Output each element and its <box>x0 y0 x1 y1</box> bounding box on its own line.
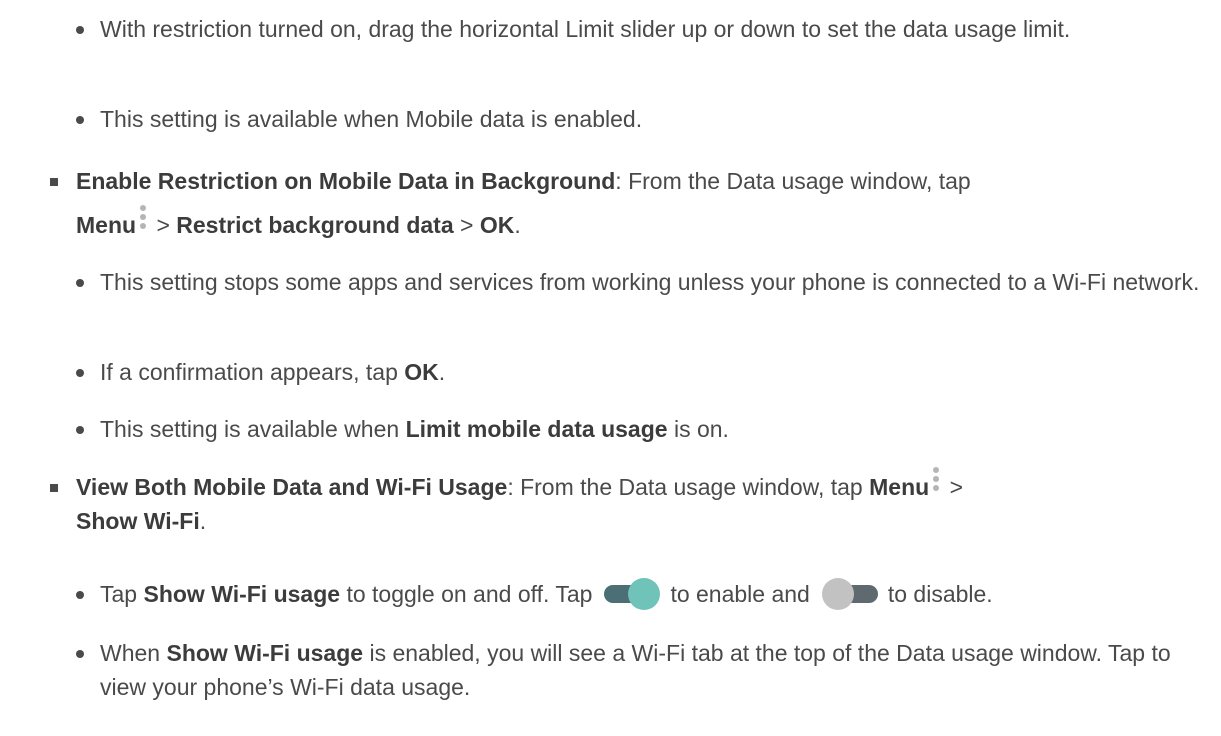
bullet <box>50 178 58 186</box>
list-item-limit-mobile-data: This setting is available when Limit mob… <box>76 412 1215 446</box>
toggle-text: to toggle on and off. Tap <box>340 581 593 607</box>
list-item-stops-apps: This setting stops some apps and service… <box>76 265 1215 299</box>
bullet <box>76 116 84 124</box>
mobile-data-available-text: This setting is available when Mobile da… <box>100 106 643 132</box>
show-wifi-usage-label: Show Wi-Fi usage <box>166 640 364 666</box>
restrict-background-data-label: Restrict background data <box>176 212 454 238</box>
ok-label: OK <box>404 359 439 385</box>
menu-label: Menu <box>869 474 930 500</box>
bullet <box>76 26 84 34</box>
limit-mobile-data-usage-label: Limit mobile data usage <box>405 416 668 442</box>
toggle-on-icon <box>604 577 661 611</box>
ok-label: OK <box>479 212 515 238</box>
confirmation-text: If a confirmation appears, tap <box>100 359 405 385</box>
bullet <box>76 650 84 658</box>
separator: > <box>943 474 964 500</box>
enable-restriction-heading: Enable Restriction on Mobile Data in Bac… <box>76 168 616 194</box>
limit-slider-text: With restriction turned on, drag the hor… <box>100 16 1071 42</box>
bullet <box>76 369 84 377</box>
list-item-tap-show-wifi: Tap Show Wi-Fi usage to toggle on and of… <box>76 577 1215 611</box>
list-item-view-both: View Both Mobile Data and Wi-Fi Usage: F… <box>50 467 1216 538</box>
show-wifi-usage-label: Show Wi-Fi usage <box>143 581 341 607</box>
show-wifi-label: Show Wi-Fi <box>76 508 200 534</box>
toggle-off-icon <box>821 577 878 611</box>
menu-label: Menu <box>76 212 137 238</box>
when-text: When <box>100 640 167 666</box>
bullet <box>50 484 58 492</box>
menu-kebab-icon <box>931 467 941 497</box>
document-page: With restriction turned on, drag the hor… <box>0 0 1221 736</box>
bullet <box>76 426 84 434</box>
is-on-text: is on. <box>667 416 729 442</box>
to-enable-text: to enable and <box>670 581 810 607</box>
period: . <box>438 359 446 385</box>
bullet <box>76 591 84 599</box>
list-item-enable-restriction: Enable Restriction on Mobile Data in Bac… <box>50 159 1216 247</box>
period: . <box>514 212 521 238</box>
menu-kebab-icon <box>138 205 148 235</box>
separator: > <box>453 212 480 238</box>
to-disable-text: to disable. <box>887 581 993 607</box>
list-item-limit-slider: With restriction turned on, drag the hor… <box>76 12 1215 46</box>
list-item-confirmation: If a confirmation appears, tap OK. <box>76 355 1215 389</box>
bullet <box>76 279 84 287</box>
enable-restriction-text: : From the Data usage window, tap <box>615 168 971 194</box>
tap-text: Tap <box>100 581 144 607</box>
view-both-text: : From the Data usage window, tap <box>507 474 870 500</box>
available-when-text: This setting is available when <box>100 416 406 442</box>
list-item-mobile-data-available: This setting is available when Mobile da… <box>76 102 1215 136</box>
list-item-when-show-wifi: When Show Wi-Fi usage is enabled, you wi… <box>76 636 1215 704</box>
view-both-heading: View Both Mobile Data and Wi-Fi Usage <box>76 474 508 500</box>
period: . <box>199 508 207 534</box>
separator: > <box>150 212 177 238</box>
stops-apps-text: This setting stops some apps and service… <box>100 269 1200 295</box>
